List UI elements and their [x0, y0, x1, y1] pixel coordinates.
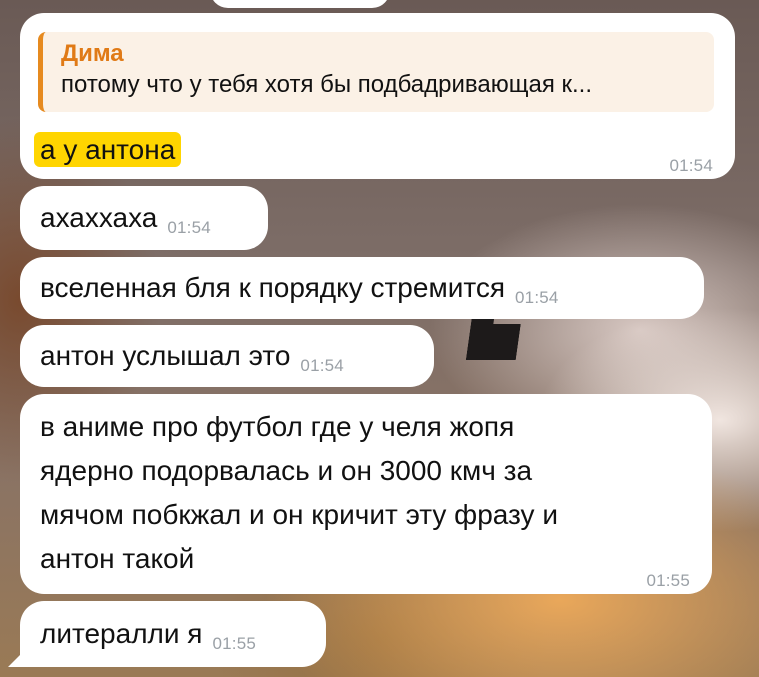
message-bubble[interactable]: ахаххаха 01:54 — [20, 186, 268, 250]
message-bubble[interactable]: литералли я 01:55 — [20, 601, 326, 667]
message-text: ахаххаха — [40, 202, 158, 233]
message-line: в аниме про футбол где у челя жопя — [40, 411, 515, 442]
message-line: мячом побкжал и он кричит эту фразу и — [40, 499, 558, 530]
message-line: антон такой — [40, 543, 195, 574]
reply-quoted-text: потому что у тебя хотя бы подбадривающая… — [61, 71, 592, 98]
message-time: 01:54 — [515, 288, 559, 307]
message-text: вселенная бля к порядку стремится — [40, 272, 506, 303]
message-bubble[interactable]: антон услышал это 01:54 — [20, 325, 434, 387]
message-bubble[interactable]: в аниме про футбол где у челя жопя ядерн… — [20, 394, 712, 594]
reply-quote[interactable]: Дима потому что у тебя хотя бы подбадрив… — [38, 32, 714, 112]
message-bubble[interactable]: вселенная бля к порядку стремится 01:54 — [20, 257, 704, 319]
message-line: ядерно подорвалась и он 3000 кмч за — [40, 455, 533, 486]
message-text: литералли я — [40, 618, 203, 649]
message-time: 01:54 — [167, 218, 211, 237]
message-text-highlighted: а у антона — [34, 132, 182, 167]
reply-author: Дима — [61, 40, 124, 67]
message-text: антон услышал это — [40, 340, 291, 371]
message-time: 01:54 — [669, 156, 713, 175]
message-time: 01:54 — [300, 356, 344, 375]
message-time: 01:55 — [212, 634, 257, 653]
previous-message-bubble-edge — [210, 0, 390, 8]
message-time: 01:55 — [646, 571, 690, 590]
message-bubble[interactable]: Дима потому что у тебя хотя бы подбадрив… — [20, 13, 735, 179]
